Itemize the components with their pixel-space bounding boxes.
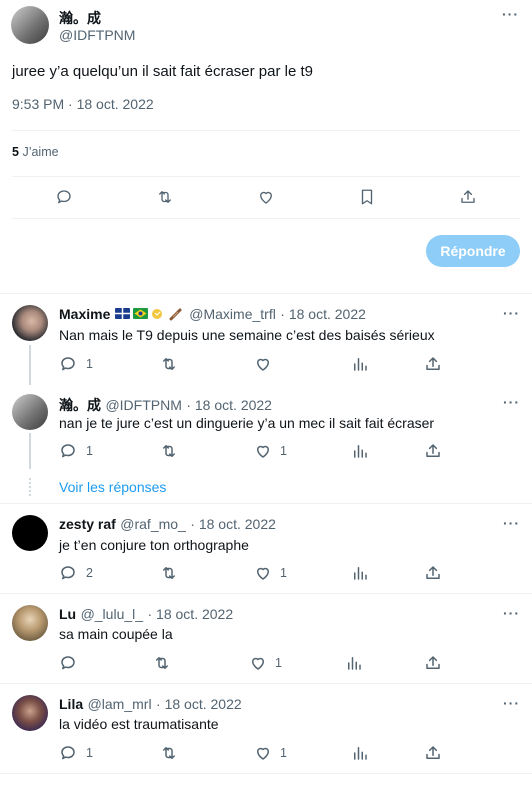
author-handle[interactable]: @IDFTPNM <box>59 27 135 43</box>
more-options-icon[interactable]: ··· <box>503 515 520 531</box>
author-name[interactable]: 瀚。成 <box>59 8 101 28</box>
reply-date[interactable]: · 18 oct. 2022 <box>156 696 242 712</box>
retweet-icon[interactable] <box>160 744 178 762</box>
reply-count: 2 <box>86 566 93 580</box>
reply-text: je t’en conjure ton orthographe <box>59 537 249 553</box>
more-options-icon[interactable]: ··· <box>502 6 519 22</box>
avatar[interactable] <box>11 6 49 44</box>
share-icon[interactable] <box>424 654 442 672</box>
like-icon[interactable] <box>254 564 272 582</box>
avatar[interactable] <box>12 305 48 341</box>
more-options-icon[interactable]: ··· <box>503 305 520 321</box>
reply-icon[interactable] <box>59 564 77 582</box>
reply-count: 1 <box>86 444 93 458</box>
views-icon[interactable] <box>351 442 369 460</box>
reply-date[interactable]: · 18 oct. 2022 <box>190 516 276 532</box>
like-icon[interactable] <box>254 355 272 373</box>
views-icon[interactable] <box>351 355 369 373</box>
views-icon[interactable] <box>345 654 363 672</box>
reply-header: Lila @lam_mrl · 18 oct. 2022 <box>59 696 242 714</box>
reply-icon[interactable] <box>59 355 77 373</box>
reply-count: 1 <box>86 357 93 371</box>
retweet-icon[interactable] <box>156 188 176 208</box>
reply-date[interactable]: · 18 oct. 2022 <box>148 606 234 622</box>
more-options-icon[interactable]: ··· <box>503 394 520 410</box>
bookmark-icon[interactable] <box>358 188 378 208</box>
share-icon[interactable] <box>424 442 442 460</box>
tweet-text: juree y’a quelqu’un il sait fait écraser… <box>12 63 313 80</box>
thread-line <box>29 433 31 469</box>
like-icon[interactable] <box>254 744 272 762</box>
like-count: 1 <box>280 746 287 760</box>
like-count: 1 <box>275 656 282 670</box>
author-name[interactable]: Maxime <box>59 306 110 322</box>
avatar[interactable] <box>12 515 48 551</box>
author-name[interactable]: zesty raf <box>59 516 116 532</box>
author-handle[interactable]: @Maxime_trfl <box>189 306 276 322</box>
tweet-timestamp[interactable]: 9:53 PM · 18 oct. 2022 <box>12 96 154 112</box>
more-options-icon[interactable]: ··· <box>503 605 520 621</box>
like-count: 1 <box>280 444 287 458</box>
like-icon[interactable] <box>254 442 272 460</box>
reply-date[interactable]: · 18 oct. 2022 <box>186 397 272 413</box>
avatar[interactable] <box>12 394 48 430</box>
reply-text: sa main coupée la <box>59 626 173 642</box>
reply-icon[interactable] <box>59 744 77 762</box>
like-icon[interactable] <box>249 654 267 672</box>
author-name[interactable]: 瀚。成 <box>59 397 101 413</box>
author-handle[interactable]: @IDFTPNM <box>105 397 181 413</box>
retweet-icon[interactable] <box>160 442 178 460</box>
reply-header: 瀚。成 @IDFTPNM · 18 oct. 2022 <box>59 395 272 415</box>
reply-text: nan je te jure c’est un dinguerie y’a un… <box>59 415 435 431</box>
views-icon[interactable] <box>351 564 369 582</box>
like-icon[interactable] <box>257 188 277 208</box>
like-count: 1 <box>280 566 287 580</box>
share-icon[interactable] <box>459 188 479 208</box>
likes-count: 5 <box>12 145 19 159</box>
share-icon[interactable] <box>424 744 442 762</box>
author-name[interactable]: Lila <box>59 696 83 712</box>
thread-line <box>29 345 31 385</box>
reply-icon[interactable] <box>59 442 77 460</box>
reply-text: la vidéo est traumatisante <box>59 716 219 732</box>
retweet-icon[interactable] <box>160 564 178 582</box>
author-handle[interactable]: @_lulu_l_ <box>81 606 143 622</box>
avatar[interactable] <box>12 605 48 641</box>
reply-icon[interactable] <box>59 654 77 672</box>
reply-header: Lu @_lulu_l_ · 18 oct. 2022 <box>59 606 233 624</box>
likes-stat[interactable]: 5 J’aime <box>12 145 59 159</box>
reply-button[interactable]: Répondre <box>426 235 520 267</box>
reply-header: Maxime @Maxime_trfl · 18 oct. 2022 <box>59 306 366 324</box>
share-icon[interactable] <box>424 564 442 582</box>
reply-icon[interactable] <box>55 188 75 208</box>
show-replies-link[interactable]: Voir les réponses <box>59 479 166 495</box>
retweet-icon[interactable] <box>153 654 171 672</box>
reply-count: 1 <box>86 746 93 760</box>
share-icon[interactable] <box>424 355 442 373</box>
author-name[interactable]: Lu <box>59 606 76 622</box>
author-handle[interactable]: @raf_mo_ <box>120 516 186 532</box>
more-options-icon[interactable]: ··· <box>503 695 520 711</box>
author-handle[interactable]: @lam_mrl <box>88 696 152 712</box>
reply-text: Nan mais le T9 depuis une semaine c’est … <box>59 327 435 343</box>
retweet-icon[interactable] <box>160 355 178 373</box>
reply-date[interactable]: · 18 oct. 2022 <box>280 306 366 322</box>
flag-emojis <box>114 306 185 324</box>
thread-dots <box>29 478 33 496</box>
views-icon[interactable] <box>351 744 369 762</box>
likes-label: J’aime <box>22 145 59 159</box>
reply-header: zesty raf @raf_mo_ · 18 oct. 2022 <box>59 516 276 534</box>
avatar[interactable] <box>12 695 48 731</box>
